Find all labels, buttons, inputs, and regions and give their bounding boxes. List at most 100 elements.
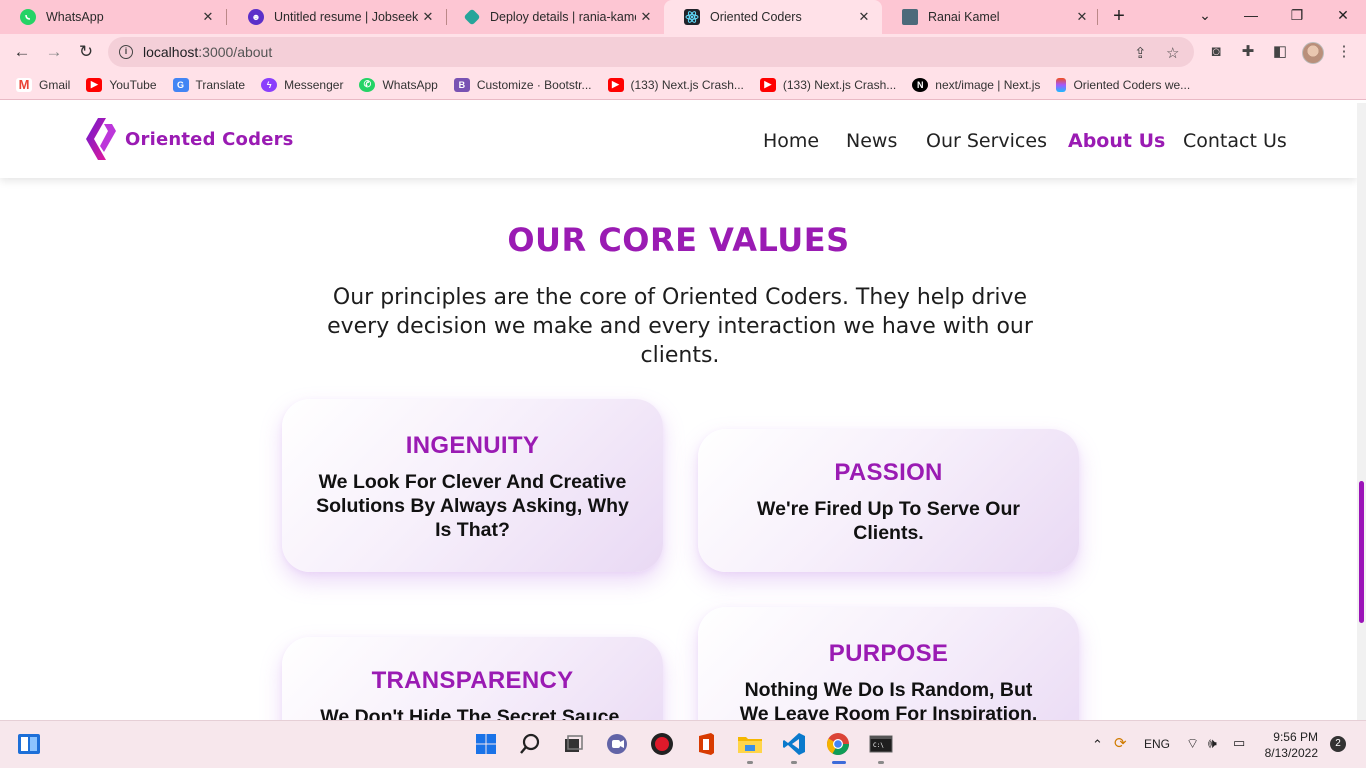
- gmail-icon: M: [16, 77, 32, 92]
- tab-strip: WhatsApp ✕ ☻ Untitled resume | Jobseeker…: [0, 0, 1366, 34]
- site-logo[interactable]: Oriented Coders: [84, 116, 294, 162]
- scrollbar-thumb[interactable]: [1359, 481, 1364, 623]
- bookmark-bootstrap[interactable]: B Customize · Bootstr...: [453, 77, 592, 92]
- search-icon[interactable]: [517, 731, 543, 757]
- logo-mark-icon: [86, 118, 116, 160]
- camera-icon[interactable]: ◙: [1206, 42, 1226, 62]
- forward-button[interactable]: →: [40, 38, 68, 66]
- restore-button[interactable]: ❐: [1274, 0, 1320, 32]
- close-tab-icon[interactable]: ✕: [1072, 9, 1092, 25]
- menu-icon[interactable]: ⋮: [1334, 42, 1354, 62]
- site-info-icon[interactable]: i: [119, 45, 133, 59]
- clock[interactable]: 9:56 PM 8/13/2022: [1262, 729, 1318, 761]
- wifi-icon[interactable]: ⌔: [1186, 735, 1199, 753]
- nav-about-us[interactable]: About Us: [1068, 130, 1165, 152]
- bookmark-messenger[interactable]: ϟ Messenger: [261, 77, 343, 92]
- close-tab-icon[interactable]: ✕: [198, 9, 218, 25]
- tab-jobseeker[interactable]: ☻ Untitled resume | Jobseeker ✕: [228, 0, 446, 34]
- youtube-icon: ▶: [759, 77, 776, 92]
- nav-contact-us[interactable]: Contact Us: [1183, 130, 1287, 152]
- profile-avatar[interactable]: [1302, 42, 1324, 64]
- bookmark-nextjs-crash-2[interactable]: ▶ (133) Next.js Crash...: [759, 77, 896, 92]
- page-scrollbar[interactable]: [1357, 103, 1366, 720]
- language-indicator[interactable]: ENG: [1144, 737, 1170, 751]
- bookmarks-bar: M Gmail ▶ YouTube G Translate ϟ Messenger ✆ W…: [0, 70, 1366, 100]
- tab-oriented-coders[interactable]: Oriented Coders ✕: [664, 0, 882, 34]
- tab-title: WhatsApp: [46, 10, 104, 24]
- tab-search-icon[interactable]: ⌄: [1182, 0, 1228, 32]
- value-text: We Look For Clever And Creative Solution…: [316, 471, 629, 541]
- tab-netlify[interactable]: Deploy details | rania-kamel- ✕: [446, 0, 664, 34]
- svg-text:C:\: C:\: [873, 742, 884, 749]
- value-title: PASSION: [834, 459, 943, 486]
- tab-ranai-kamel[interactable]: Ranai Kamel ✕: [882, 0, 1100, 34]
- tab-title: Untitled resume | Jobseeker: [274, 10, 418, 24]
- share-icon[interactable]: ⇪: [1134, 44, 1147, 62]
- netlify-icon: [463, 8, 481, 26]
- tab-whatsapp[interactable]: WhatsApp ✕: [0, 0, 226, 34]
- figma-icon: [1056, 77, 1067, 92]
- close-tab-icon[interactable]: ✕: [854, 9, 874, 25]
- page-viewport: Oriented Coders Home News Our Services A…: [0, 103, 1357, 720]
- whatsapp-icon: [20, 9, 36, 25]
- close-tab-icon[interactable]: ✕: [418, 9, 438, 25]
- close-tab-icon[interactable]: ✕: [636, 9, 656, 25]
- bookmark-whatsapp[interactable]: ✆ WhatsApp: [359, 77, 438, 92]
- record-app-icon[interactable]: [649, 731, 675, 757]
- widgets-icon[interactable]: [16, 731, 42, 757]
- youtube-icon: ▶: [86, 77, 103, 92]
- bookmark-star-icon[interactable]: ☆: [1166, 44, 1179, 62]
- whatsapp-icon: ✆: [359, 77, 376, 92]
- windows-taskbar: C:\ ⌃ ⟳ ENG ⌔ 🕪 ▭ 9:56 PM 8/13/2022 2: [0, 720, 1366, 768]
- bookmark-gmail[interactable]: M Gmail: [16, 77, 70, 92]
- value-text: Nothing We Do Is Random, But We Leave Ro…: [739, 679, 1038, 720]
- value-title: TRANSPARENCY: [371, 667, 574, 694]
- teams-chat-icon[interactable]: [604, 731, 630, 757]
- brand-name: Oriented Coders: [125, 128, 294, 150]
- terminal-icon[interactable]: C:\: [868, 731, 894, 757]
- chrome-icon[interactable]: [825, 731, 851, 757]
- bookmark-translate[interactable]: G Translate: [172, 77, 245, 92]
- translate-icon: G: [172, 77, 189, 92]
- sync-icon[interactable]: ⟳: [1114, 734, 1127, 752]
- extensions-icon[interactable]: ✚: [1238, 42, 1258, 62]
- side-panel-icon[interactable]: ◧: [1270, 42, 1290, 62]
- tab-title: Deploy details | rania-kamel-: [490, 10, 636, 24]
- new-tab-button[interactable]: +: [1108, 5, 1130, 27]
- nav-news[interactable]: News: [846, 130, 897, 152]
- task-view-icon[interactable]: [560, 731, 586, 757]
- bookmark-nextjs-crash-1[interactable]: ▶ (133) Next.js Crash...: [607, 77, 744, 92]
- nav-our-services[interactable]: Our Services: [926, 130, 1047, 152]
- nav-home[interactable]: Home: [763, 130, 819, 152]
- bookmark-figma[interactable]: Oriented Coders we...: [1056, 77, 1190, 92]
- close-window-button[interactable]: ✕: [1320, 0, 1366, 32]
- minimize-button[interactable]: —: [1228, 0, 1274, 32]
- value-title: PURPOSE: [828, 640, 949, 667]
- value-card-passion: PASSION We're Fired Up To Serve Our Clie…: [698, 429, 1079, 572]
- volume-icon[interactable]: 🕪: [1208, 735, 1217, 752]
- nextjs-icon: N: [912, 77, 929, 92]
- back-button[interactable]: ←: [8, 38, 36, 66]
- battery-icon[interactable]: ▭: [1233, 735, 1245, 751]
- bookmark-next-image[interactable]: Nnext/image | Next.js: [912, 77, 1040, 92]
- vscode-icon[interactable]: [781, 731, 807, 757]
- clock-time: 9:56 PM: [1273, 730, 1318, 744]
- address-bar[interactable]: i localhost:3000/about ⇪ ☆: [108, 37, 1194, 67]
- value-card-transparency: TRANSPARENCY We Don't Hide The Secret Sa…: [282, 637, 663, 720]
- messenger-icon: ϟ: [261, 77, 278, 92]
- tray-chevron-icon[interactable]: ⌃: [1092, 737, 1103, 753]
- tab-title: Ranai Kamel: [928, 10, 1000, 24]
- file-explorer-icon[interactable]: [737, 731, 763, 757]
- notification-badge[interactable]: 2: [1330, 736, 1346, 752]
- clock-date: 8/13/2022: [1264, 746, 1318, 760]
- jobseeker-icon: ☻: [248, 9, 264, 25]
- start-icon[interactable]: [473, 731, 499, 757]
- office-icon[interactable]: [693, 731, 719, 757]
- reload-button[interactable]: ↻: [72, 38, 100, 66]
- url-text: localhost:3000/about: [143, 44, 273, 60]
- section-subtitle: Our principles are the core of Oriented …: [327, 285, 1033, 368]
- portfolio-icon: [902, 9, 918, 25]
- bookmark-youtube[interactable]: ▶ YouTube: [86, 77, 157, 92]
- value-title: INGENUITY: [405, 432, 540, 459]
- tab-title: Oriented Coders: [710, 10, 802, 24]
